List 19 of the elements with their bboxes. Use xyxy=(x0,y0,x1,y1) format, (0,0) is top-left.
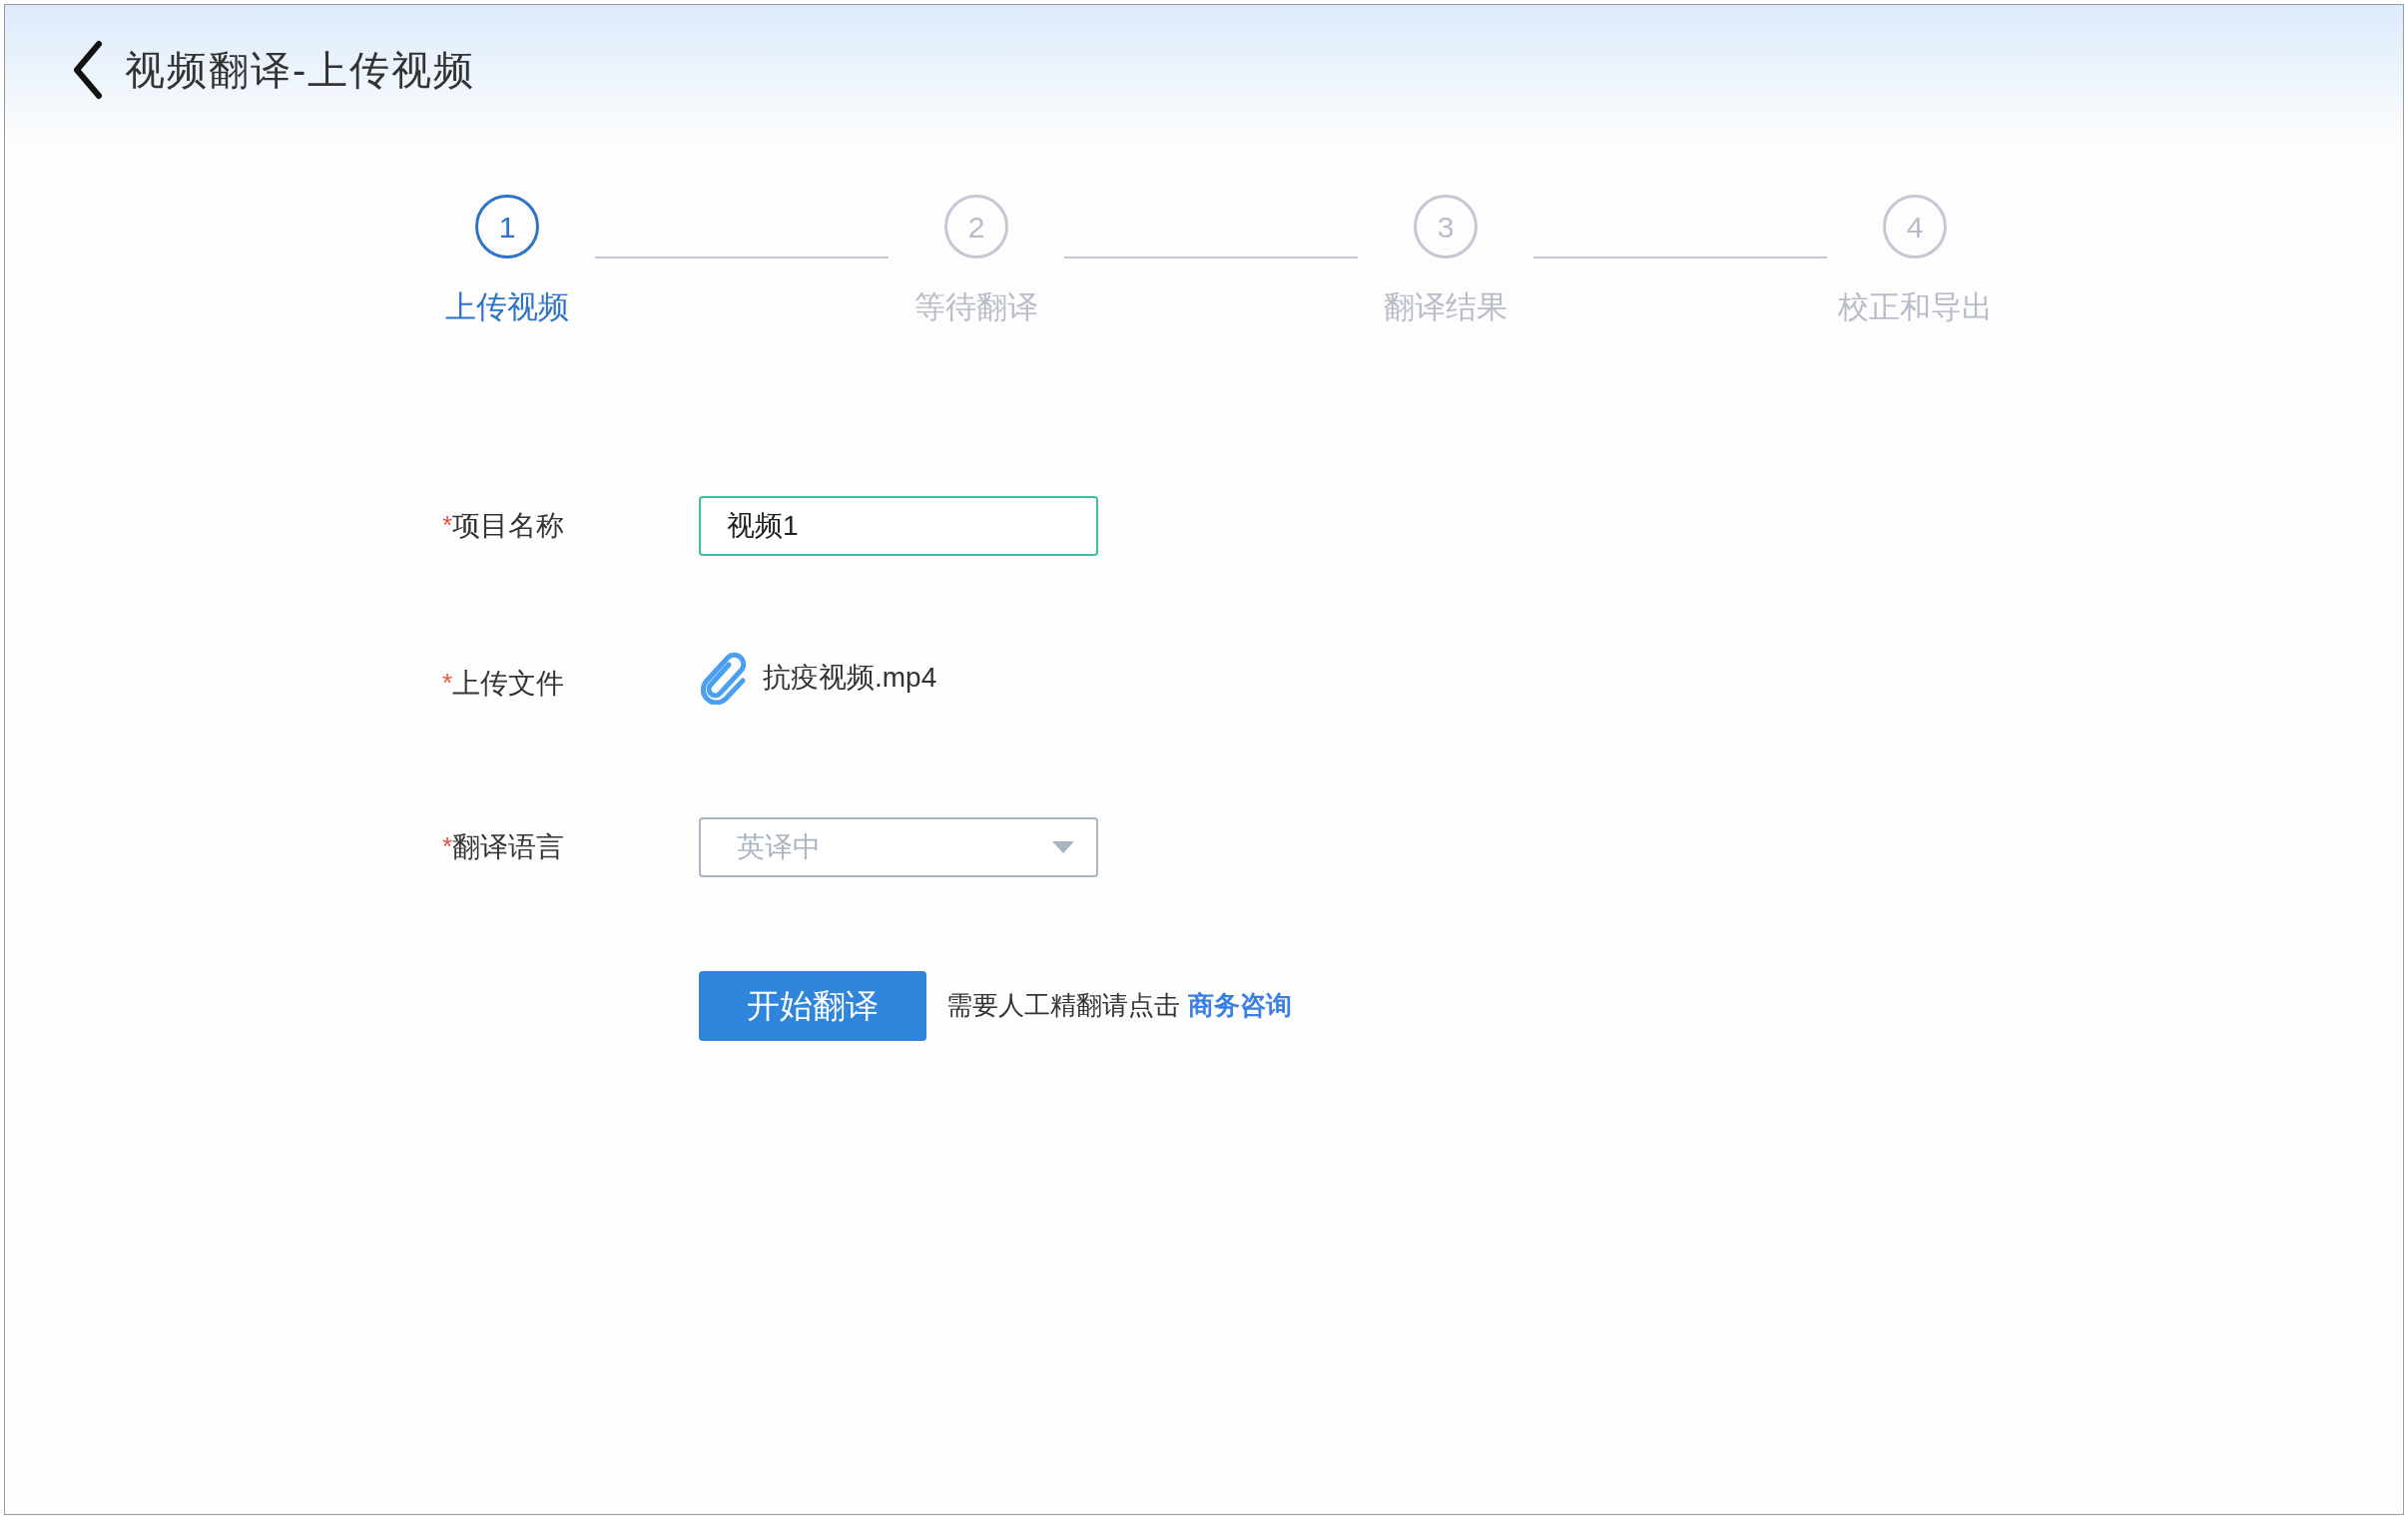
required-mark: * xyxy=(442,667,453,700)
language-select[interactable]: 英译中 xyxy=(699,816,1098,877)
step-label: 等待翻译 xyxy=(914,288,1038,326)
field-label: 项目名称 xyxy=(452,508,565,543)
step-label: 翻译结果 xyxy=(1384,288,1507,326)
page-title: 视频翻译-上传视频 xyxy=(125,47,476,94)
field-label: 翻译语言 xyxy=(452,829,565,864)
start-translation-button[interactable]: 开始翻译 xyxy=(699,970,926,1041)
project-name-input[interactable]: 视频1 xyxy=(699,495,1098,556)
field-label: 上传文件 xyxy=(452,666,565,701)
consult-hint: 需要人工精翻请点击 xyxy=(946,989,1180,1022)
step-label: 上传视频 xyxy=(445,288,569,326)
file-name: 抗疫视频.mp4 xyxy=(763,660,937,695)
required-mark: * xyxy=(442,509,453,542)
business-consult-link[interactable]: 商务咨询 xyxy=(1188,986,1292,1025)
step-label: 校正和导出 xyxy=(1837,288,1993,326)
back-icon[interactable] xyxy=(71,40,105,100)
dropdown-caret-icon xyxy=(1052,840,1074,853)
required-mark: * xyxy=(442,830,453,863)
